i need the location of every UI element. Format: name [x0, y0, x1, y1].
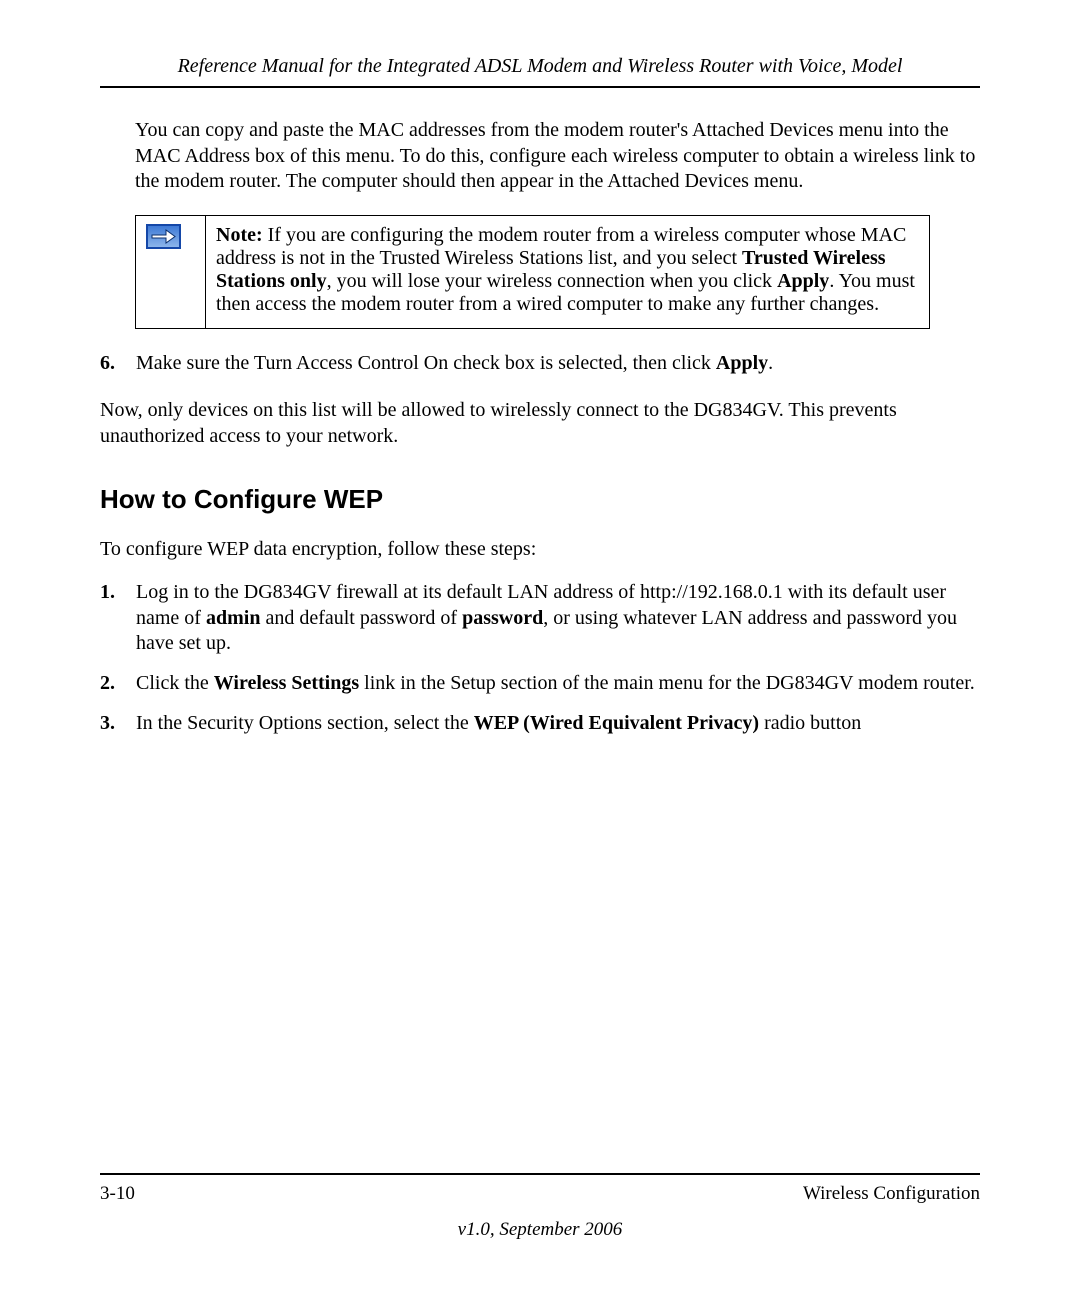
step-number: 3.: [100, 711, 136, 737]
s3-seg1: In the Security Options section, select …: [136, 712, 474, 734]
footer-rule: [100, 1173, 980, 1175]
s1-bold2: password: [462, 607, 543, 629]
s3-seg2: radio button: [759, 712, 861, 734]
s3-bold1: WEP (Wired Equivalent Privacy): [474, 712, 759, 734]
wep-steps-list: 1. Log in to the DG834GV firewall at its…: [100, 580, 980, 736]
note-seg2: , you will lose your wireless connection…: [327, 270, 777, 292]
page-number: 3-10: [100, 1183, 135, 1205]
note-label: Note:: [216, 224, 263, 246]
wep-step-3: 3. In the Security Options section, sele…: [100, 711, 980, 737]
footer-version: v1.0, September 2006: [100, 1219, 980, 1241]
page: Reference Manual for the Integrated ADSL…: [0, 0, 1080, 1296]
s2-seg1: Click the: [136, 672, 214, 694]
wep-step-2: 2. Click the Wireless Settings link in t…: [100, 671, 980, 697]
after-step6-para: Now, only devices on this list will be a…: [100, 398, 980, 449]
step-text: In the Security Options section, select …: [136, 711, 980, 737]
step-text: Log in to the DG834GV firewall at its de…: [136, 580, 980, 657]
arrow-right-icon: [146, 224, 181, 249]
running-head: Reference Manual for the Integrated ADSL…: [100, 55, 980, 78]
step6-seg1: Make sure the Turn Access Control On che…: [136, 352, 716, 374]
step-number: 2.: [100, 671, 136, 697]
wep-intro: To configure WEP data encryption, follow…: [100, 537, 980, 563]
s1-bold1: admin: [206, 607, 260, 629]
wep-step-1: 1. Log in to the DG834GV firewall at its…: [100, 580, 980, 657]
s2-seg2: link in the Setup section of the main me…: [359, 672, 975, 694]
s1-seg2: and default password of: [260, 607, 462, 629]
step6-bold1: Apply: [716, 352, 768, 374]
page-footer: 3-10 Wireless Configuration v1.0, Septem…: [100, 1173, 980, 1241]
intro-paragraph: You can copy and paste the MAC addresses…: [135, 118, 980, 195]
section-heading-wep: How to Configure WEP: [100, 484, 980, 515]
note-callout: Note: If you are configuring the modem r…: [135, 215, 930, 329]
s2-bold1: Wireless Settings: [214, 672, 359, 694]
header-rule: [100, 86, 980, 88]
step-6: 6. Make sure the Turn Access Control On …: [100, 351, 980, 377]
step-6-list: 6. Make sure the Turn Access Control On …: [100, 351, 980, 377]
step-text: Make sure the Turn Access Control On che…: [136, 351, 980, 377]
step-text: Click the Wireless Settings link in the …: [136, 671, 980, 697]
note-bold2: Apply: [777, 270, 829, 292]
step-number: 1.: [100, 580, 136, 657]
section-name: Wireless Configuration: [803, 1183, 980, 1205]
step6-seg2: .: [768, 352, 773, 374]
note-icon-cell: [136, 215, 206, 328]
note-text: Note: If you are configuring the modem r…: [206, 215, 930, 328]
step-number: 6.: [100, 351, 136, 377]
